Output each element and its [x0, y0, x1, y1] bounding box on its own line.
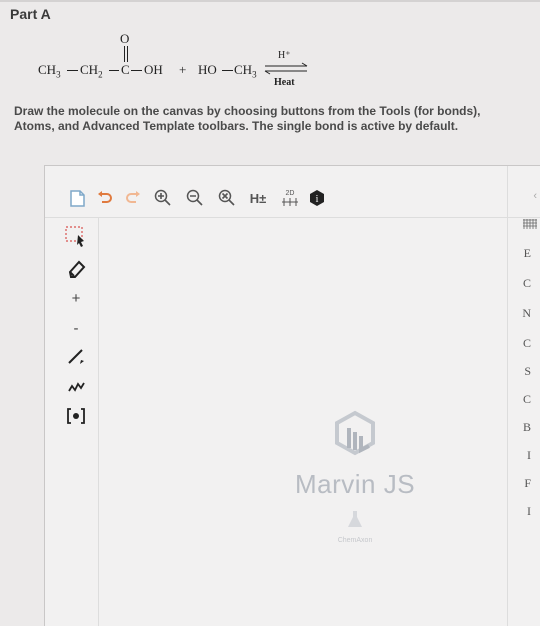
- equilibrium-arrow: [264, 62, 308, 75]
- atom-button[interactable]: E: [524, 246, 531, 261]
- select-tool-icon[interactable]: [63, 224, 89, 248]
- template-tool-icon[interactable]: [63, 404, 89, 428]
- reaction-equation: CH3 CH2 O C OH + HO CH3 H⁺ Heat: [36, 28, 356, 98]
- carbonyl-carbon: C: [121, 62, 130, 77]
- methyl-group: CH3: [234, 62, 257, 80]
- atom-button[interactable]: S: [524, 364, 531, 379]
- undo-icon[interactable]: [95, 188, 115, 208]
- ch3-group: CH3: [38, 62, 61, 80]
- document-icon[interactable]: [67, 188, 87, 208]
- atom-button[interactable]: I: [527, 504, 531, 519]
- atom-button[interactable]: C: [523, 336, 531, 351]
- part-title: Part A: [10, 6, 51, 22]
- ho-group: HO: [198, 62, 217, 77]
- zoom-out-icon[interactable]: [185, 188, 205, 208]
- bond-line: [131, 70, 142, 71]
- condition-label: Heat: [274, 77, 295, 88]
- periodic-table-icon[interactable]: [523, 216, 537, 229]
- zoom-fit-icon[interactable]: [217, 188, 237, 208]
- watermark-brand: Marvin JS: [295, 469, 416, 499]
- watermark-sub: ChemAxon: [337, 537, 373, 544]
- marvin-editor: H± 2D i + - Marvin JS ChemAxon ‹ E C N C…: [44, 165, 540, 626]
- double-bond-line: [127, 46, 128, 62]
- ch2-group: CH2: [80, 62, 103, 80]
- atom-button[interactable]: N: [522, 306, 531, 321]
- atom-button[interactable]: C: [523, 276, 531, 291]
- clean-2d-label: 2D: [285, 190, 295, 197]
- question-text: Draw the molecule on the canvas by choos…: [14, 104, 481, 133]
- double-bond-line: [124, 46, 125, 62]
- left-toolbar: + -: [45, 218, 99, 626]
- chemaxon-logo-icon: [348, 511, 363, 527]
- right-toolbar: ‹ E C N C S C B I F I: [507, 166, 540, 626]
- svg-text:i: i: [316, 194, 319, 205]
- marvin-logo-icon: [335, 410, 376, 456]
- bond-line: [222, 70, 233, 71]
- hydrogens-button[interactable]: H±: [245, 188, 271, 208]
- decrease-charge-button[interactable]: -: [63, 316, 89, 340]
- atom-button[interactable]: I: [527, 448, 531, 463]
- top-divider: [0, 0, 540, 2]
- increase-charge-button[interactable]: +: [63, 286, 89, 310]
- atom-button[interactable]: F: [524, 476, 531, 491]
- top-toolbar: H± 2D i: [45, 166, 540, 218]
- zoom-in-icon[interactable]: [153, 188, 173, 208]
- single-bond-icon[interactable]: [63, 344, 89, 368]
- atom-button[interactable]: C: [523, 392, 531, 407]
- drawing-canvas[interactable]: Marvin JS ChemAxon: [99, 218, 507, 626]
- redo-icon[interactable]: [123, 188, 143, 208]
- atom-button[interactable]: B: [523, 420, 531, 435]
- eraser-icon[interactable]: [63, 256, 89, 280]
- bond-line: [67, 70, 78, 71]
- hydroxyl-group: OH: [144, 62, 163, 77]
- clean-2d-button[interactable]: 2D: [279, 188, 301, 208]
- marvin-watermark: Marvin JS ChemAxon: [295, 410, 415, 544]
- info-icon[interactable]: i: [307, 188, 327, 208]
- chain-tool-icon[interactable]: [63, 374, 89, 398]
- carbonyl-oxygen: O: [120, 31, 130, 46]
- bond-line: [109, 70, 119, 71]
- plus-sign: +: [179, 62, 187, 77]
- catalyst-label: H⁺: [278, 50, 291, 61]
- scroll-arrow-icon[interactable]: ‹: [533, 190, 537, 202]
